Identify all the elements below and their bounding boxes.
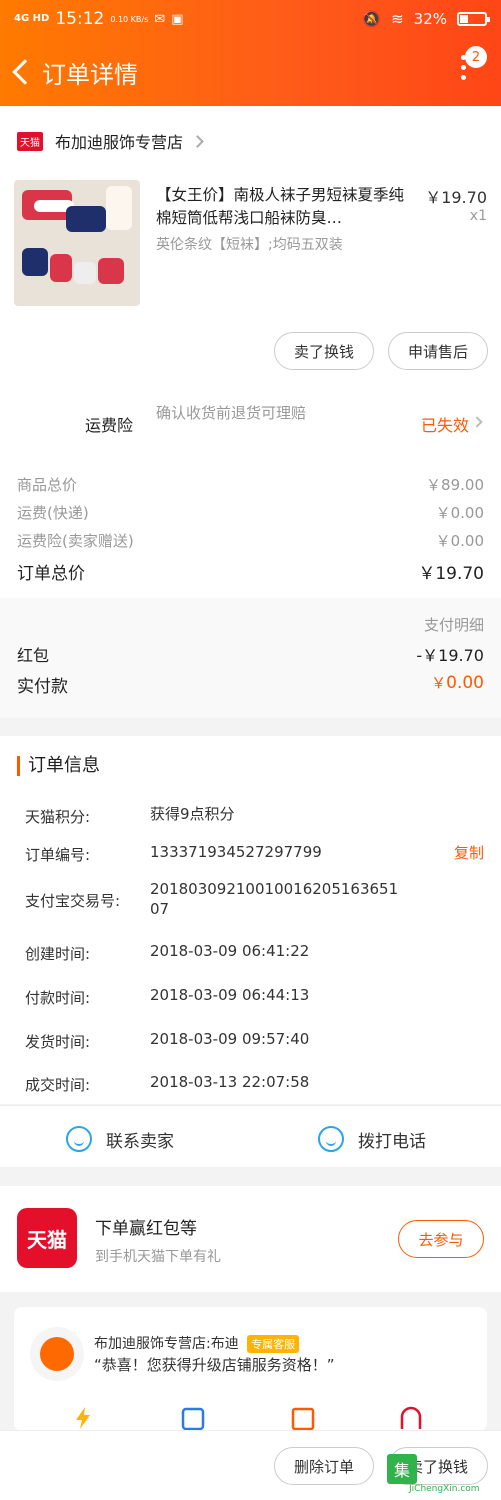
goods-total-row: 商品总价 ￥89.00 xyxy=(17,474,484,495)
watermark-logo: 集 xyxy=(387,1454,417,1484)
more-dot-icon xyxy=(460,64,466,70)
mute-icon: 🔕 xyxy=(362,10,382,28)
redpack-label: 红包 xyxy=(17,646,50,665)
product-spec: 英伦条纹【短袜】;均码五双装 xyxy=(156,237,343,253)
phone-icon xyxy=(318,1126,344,1152)
goods-total-label: 商品总价 xyxy=(17,476,78,494)
back-icon[interactable] xyxy=(12,59,38,85)
call-phone-button[interactable]: 拨打电话 xyxy=(318,1110,426,1168)
info-label: 天猫积分: xyxy=(25,808,91,826)
join-button[interactable]: 去参与 xyxy=(398,1220,484,1258)
signal-indicator: 4G HD xyxy=(14,13,50,24)
chat-icon xyxy=(66,1126,92,1152)
promo-subtitle: 到手机天猫下单有礼 xyxy=(95,1249,221,1265)
paid-label: 实付款 xyxy=(17,677,68,697)
paid-value: ￥0.00 xyxy=(431,672,484,697)
shop-name: 布加迪服饰专营店 xyxy=(55,133,184,152)
paid-amount: 0.00 xyxy=(446,673,484,693)
promo-title: 下单赢红包等 xyxy=(95,1219,197,1239)
net-speed: 0.10 KB/s xyxy=(110,14,149,24)
goods-total-value: ￥89.00 xyxy=(426,476,484,494)
copy-button[interactable]: 复制 xyxy=(454,842,484,863)
service-tag: 专属客服 xyxy=(247,1335,300,1353)
sell-button[interactable]: 卖了换钱 xyxy=(274,332,374,370)
watermark-text: JiChengXin.com xyxy=(409,1484,480,1494)
info-label: 发货时间: xyxy=(25,1033,91,1051)
contact-seller-label: 联系卖家 xyxy=(106,1131,174,1152)
shop-row[interactable]: 天猫 布加迪服饰专营店 xyxy=(0,106,501,176)
service-card: 布加迪服饰专营店:布迪 专属客服 “恭喜！您获得升级店铺服务资格！” xyxy=(14,1307,487,1431)
info-value: 2018-03-09 06:44:13 xyxy=(150,986,310,1004)
insurance-desc: 确认收货前退货可理赔 xyxy=(156,404,307,422)
call-phone-label: 拨打电话 xyxy=(358,1131,426,1152)
service-name: 布加迪服饰专营店:布迪 xyxy=(94,1336,239,1352)
header: 4G HD 15:12 0.10 KB/s ✉ ▣ 🔕 ≋ 32% 订单详情 2 xyxy=(0,0,501,106)
product-title[interactable]: 【女王价】南极人袜子男短袜夏季纯棉短筒低帮浅口船袜防臭… xyxy=(156,184,411,230)
shipping-insurance-value: ￥0.00 xyxy=(435,532,484,550)
payment-detail-link[interactable]: 支付明细 xyxy=(424,614,484,635)
info-label: 成交时间: xyxy=(25,1076,91,1094)
promo-banner: 天猫 下单赢红包等 到手机天猫下单有礼 去参与 xyxy=(0,1186,501,1292)
product-price: ￥19.70 xyxy=(425,188,487,207)
service-avatar xyxy=(30,1327,84,1381)
alipay-trade-number: 20180309210010016205163651 07 xyxy=(150,880,399,918)
redpack-row: 红包 -￥19.70 xyxy=(17,642,484,666)
status-time: 15:12 xyxy=(55,9,105,29)
page-title: 订单详情 xyxy=(42,60,138,89)
info-label: 支付宝交易号: xyxy=(25,892,121,910)
info-label: 付款时间: xyxy=(25,989,91,1007)
battery-icon xyxy=(457,12,490,26)
paid-row: 实付款 ￥0.00 xyxy=(17,672,484,697)
shipping-label: 运费(快递) xyxy=(17,504,89,522)
product-image[interactable] xyxy=(14,180,140,306)
insurance-label: 运费险 xyxy=(85,416,134,435)
order-total-label: 订单总价 xyxy=(17,564,85,584)
shipping-row: 运费(快递) ￥0.00 xyxy=(17,502,484,523)
contact-seller-button[interactable]: 联系卖家 xyxy=(66,1110,174,1168)
info-label: 创建时间: xyxy=(25,945,91,963)
tmall-tag: 天猫 xyxy=(17,131,43,151)
wifi-icon: ≋ xyxy=(391,10,404,28)
order-total-row: 订单总价 ￥19.70 xyxy=(17,559,484,584)
bag-icon[interactable] xyxy=(398,1405,424,1431)
service-name-row: 布加迪服饰专营店:布迪 专属客服 xyxy=(94,1333,300,1353)
insurance-status[interactable]: 已失效 xyxy=(421,412,469,436)
info-value: 获得9点积分 xyxy=(150,805,235,823)
lightning-icon[interactable] xyxy=(70,1405,96,1431)
after-sale-icon[interactable] xyxy=(180,1405,206,1431)
info-value: 2018-03-09 06:41:22 xyxy=(150,942,310,960)
chevron-right-icon xyxy=(191,134,204,148)
battery-level: 32% xyxy=(413,10,447,28)
order-info-title: 订单信息 xyxy=(17,756,100,776)
order-number: 133371934527297799 xyxy=(150,843,322,861)
message-badge: 2 xyxy=(465,46,487,68)
info-value: 2018-03-09 09:57:40 xyxy=(150,1030,310,1048)
tmall-logo: 天猫 xyxy=(17,1208,77,1268)
paid-currency: ￥ xyxy=(431,674,447,692)
watermark: 集 JiChengXin.com xyxy=(387,1448,497,1496)
shipping-insurance-label: 运费险(卖家赠送) xyxy=(17,532,134,550)
order-total-value: ￥19.70 xyxy=(418,564,484,584)
notification-icons: ✉ ▣ xyxy=(154,12,183,27)
store-icon[interactable] xyxy=(290,1405,316,1431)
app-icon: ▣ xyxy=(171,11,184,27)
redpack-value: -￥19.70 xyxy=(416,646,484,665)
shipping-insurance-row: 运费险(卖家赠送) ￥0.00 xyxy=(17,530,484,551)
info-label: 订单编号: xyxy=(25,846,91,864)
shipping-value: ￥0.00 xyxy=(435,504,484,522)
nav-bar: 订单详情 2 xyxy=(0,38,501,106)
status-bar: 4G HD 15:12 0.10 KB/s ✉ ▣ 🔕 ≋ 32% xyxy=(0,0,501,38)
more-dot-icon xyxy=(460,74,466,80)
info-value: 2018-03-13 22:07:58 xyxy=(150,1073,310,1091)
product-qty: x1 xyxy=(469,208,487,224)
after-sale-button[interactable]: 申请售后 xyxy=(388,332,488,370)
service-message: “恭喜！您获得升级店铺服务资格！” xyxy=(94,1356,335,1374)
wechat-icon: ✉ xyxy=(154,11,166,27)
delete-order-button[interactable]: 删除订单 xyxy=(274,1447,374,1485)
payment-section: 支付明细 红包 -￥19.70 实付款 ￥0.00 xyxy=(0,598,501,718)
